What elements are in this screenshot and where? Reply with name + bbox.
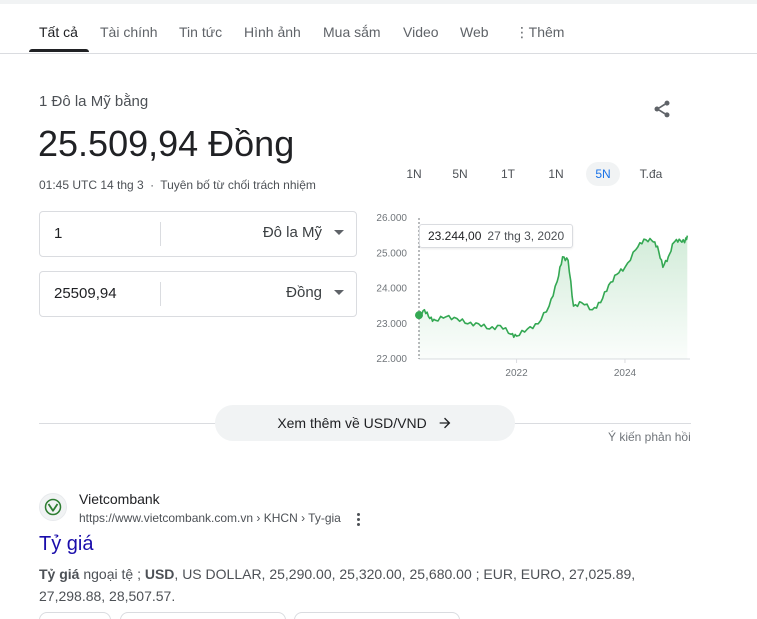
share-icon	[654, 100, 670, 118]
snippet-bold: USD	[144, 566, 175, 582]
chart-tooltip: 23.244,00 27 thg 3, 2020	[419, 224, 574, 248]
range-1m[interactable]: 1T	[494, 162, 522, 186]
to-amount-input[interactable]: 25509,94	[54, 285, 117, 302]
tab-images[interactable]: Hình ảnh	[244, 24, 301, 40]
range-max[interactable]: T.đa	[634, 162, 668, 186]
from-amount-input[interactable]: 1	[54, 225, 62, 242]
disclaimer-link[interactable]: Tuyên bố từ chối trách nhiệm	[160, 178, 316, 192]
field-divider	[160, 222, 161, 246]
y-tick-label: 24.000	[376, 284, 407, 295]
tab-more-label: Thêm	[528, 24, 565, 40]
sitelink-chip[interactable]	[294, 612, 460, 619]
share-button[interactable]	[648, 95, 676, 123]
result-site-name[interactable]: Vietcombank	[79, 491, 160, 507]
chevron-down-icon	[334, 290, 344, 295]
tab-shopping[interactable]: Mua sắm	[323, 24, 381, 40]
sitelink-chip[interactable]	[120, 612, 286, 619]
see-more-button[interactable]: Xem thêm về USD/VND	[215, 405, 515, 441]
tab-news[interactable]: Tin tức	[179, 24, 222, 40]
search-tabs: Tất cả Tài chính Tin tức Hình ảnh Mua sắ…	[0, 0, 757, 54]
x-tick-label: 2022	[505, 368, 528, 379]
y-tick-label: 22.000	[376, 354, 407, 365]
tab-all[interactable]: Tất cả	[39, 24, 78, 40]
more-vert-icon: ⋮	[515, 24, 529, 40]
tab-finance[interactable]: Tài chính	[100, 24, 158, 40]
result-menu-button[interactable]	[352, 510, 364, 528]
tab-web[interactable]: Web	[460, 24, 489, 40]
tooltip-value: 23.244,00	[428, 229, 482, 243]
x-tick-label: 2024	[614, 368, 637, 379]
feedback-link[interactable]: Ý kiến phản hồi	[608, 430, 691, 444]
snippet-bold: Tỷ giá	[39, 566, 80, 582]
from-currency-field: 1 Đô la Mỹ	[39, 211, 357, 257]
tooltip-date: 27 thg 3, 2020	[487, 229, 565, 243]
active-tab-indicator	[29, 49, 89, 52]
from-currency-select[interactable]: Đô la Mỹ	[263, 224, 344, 241]
converter-result: 25.509,94 Đồng	[38, 123, 295, 164]
range-5y[interactable]: 5N	[586, 162, 620, 186]
to-currency-select[interactable]: Đồng	[286, 284, 344, 301]
hover-point	[415, 311, 423, 320]
from-currency-label: Đô la Mỹ	[262, 224, 322, 241]
range-1y[interactable]: 1N	[542, 162, 570, 186]
range-1d[interactable]: 1N	[400, 162, 428, 186]
to-currency-label: Đồng	[286, 284, 322, 301]
converter-label: 1 Đô la Mỹ bằng	[39, 93, 149, 110]
y-tick-label: 26.000	[376, 213, 407, 224]
chevron-down-icon	[334, 230, 344, 235]
meta-separator: ·	[150, 178, 155, 192]
range-5d[interactable]: 5N	[446, 162, 474, 186]
vietcombank-logo-icon	[39, 493, 67, 521]
y-tick-label: 25.000	[376, 248, 407, 259]
to-currency-field: 25509,94 Đồng	[39, 271, 357, 317]
result-snippet: Tỷ giá ngoại tệ ; USD, US DOLLAR, 25,290…	[39, 563, 659, 607]
field-divider	[160, 282, 161, 306]
snippet-text: ngoại tệ ;	[79, 566, 145, 582]
arrow-right-icon	[437, 415, 453, 431]
tab-more[interactable]: ⋮ Thêm	[515, 24, 564, 41]
result-title-link[interactable]: Tỷ giá	[39, 533, 93, 556]
timestamp: 01:45 UTC 14 thg 3	[39, 178, 144, 192]
converter-meta: 01:45 UTC 14 thg 3 · Tuyên bố từ chối tr…	[39, 178, 316, 192]
y-tick-label: 23.000	[376, 319, 407, 330]
result-url[interactable]: https://www.vietcombank.com.vn › KHCN › …	[79, 511, 341, 525]
sitelink-chip[interactable]	[39, 612, 111, 619]
tab-video[interactable]: Video	[403, 24, 439, 40]
see-more-label: Xem thêm về USD/VND	[277, 415, 427, 431]
